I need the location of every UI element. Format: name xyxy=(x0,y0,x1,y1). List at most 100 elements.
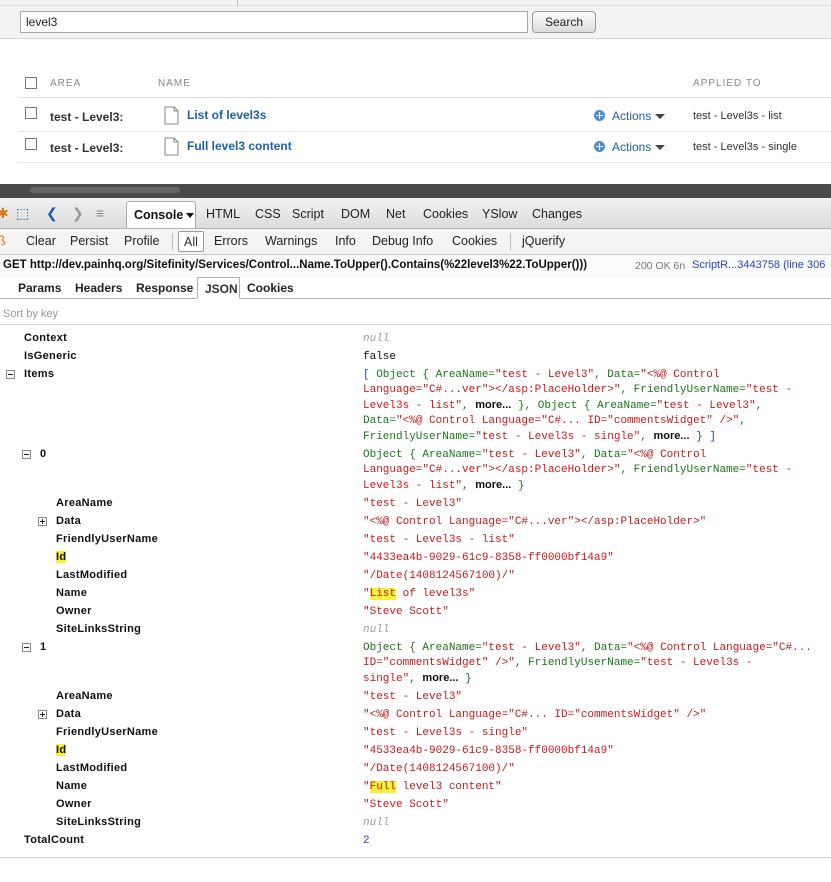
json-key: IsGeneric xyxy=(24,350,77,362)
forward-icon[interactable]: ❯ xyxy=(72,205,84,222)
json-value: "/Date(1408124567100)/" xyxy=(363,570,515,582)
json-key: TotalCount xyxy=(24,834,85,846)
tab-cookies[interactable]: Cookies xyxy=(247,281,294,295)
tab-params[interactable]: Params xyxy=(18,281,61,295)
json-key: LastModified xyxy=(56,762,128,774)
tab-headers[interactable]: Headers xyxy=(75,281,122,295)
json-value: "Steve Scott" xyxy=(363,606,449,618)
json-key: Data xyxy=(56,515,82,527)
clear-icon[interactable]: ß xyxy=(0,234,6,248)
row-checkbox[interactable] xyxy=(25,107,37,119)
request-url[interactable]: GET http://dev.painhq.org/Sitefinity/Ser… xyxy=(3,259,587,271)
grid-header: AREA NAME APPLIED TO xyxy=(18,70,831,98)
row-area: test - Level3: xyxy=(50,110,124,124)
select-all-checkbox[interactable] xyxy=(25,77,37,89)
tab-script[interactable]: Script xyxy=(292,207,324,221)
json-key: SiteLinksString xyxy=(56,816,142,828)
tab-css[interactable]: CSS xyxy=(255,207,281,221)
tab-net[interactable]: Net xyxy=(386,207,405,221)
filter-debug-info-button[interactable]: Debug Info xyxy=(372,234,433,248)
tab-yslow[interactable]: YSlow xyxy=(482,207,517,221)
search-button[interactable]: Search xyxy=(532,11,596,33)
tab-console[interactable]: Console xyxy=(126,201,196,228)
tab-changes[interactable]: Changes xyxy=(532,207,582,221)
sort-by-key-link[interactable]: Sort by key xyxy=(3,308,58,320)
chevron-down-icon[interactable] xyxy=(655,114,665,119)
request-status: 200 OK 6n xyxy=(635,260,686,272)
column-name: NAME xyxy=(158,78,191,89)
more-link[interactable]: more... xyxy=(653,430,689,442)
json-key: Name xyxy=(56,587,88,599)
more-link[interactable]: more... xyxy=(422,672,458,684)
plus-circle-icon[interactable] xyxy=(594,141,605,152)
persist-button[interactable]: Persist xyxy=(70,234,108,248)
json-key: Id xyxy=(56,744,67,756)
filter-cookies-button[interactable]: Cookies xyxy=(452,234,497,248)
actions-menu[interactable]: Actions xyxy=(612,140,651,154)
firebug-toolbar: ✱ ⬚ ❮ ❯ ≡ Console HTML CSS Script DOM Ne… xyxy=(0,198,831,229)
expand-toggle-icon[interactable] xyxy=(38,517,47,526)
sort-bar: Sort by key xyxy=(0,305,831,325)
divider xyxy=(510,233,511,250)
plus-circle-icon[interactable] xyxy=(594,110,605,121)
chevron-down-icon[interactable] xyxy=(186,213,195,219)
inspect-icon[interactable]: ⬚ xyxy=(16,205,29,222)
json-value: "4433ea4b-9029-61c9-8358-ff0000bf14a9" xyxy=(363,552,614,564)
divider xyxy=(172,233,173,250)
tab-cookies[interactable]: Cookies xyxy=(423,207,468,221)
document-icon xyxy=(164,106,179,125)
results-grid: AREA NAME APPLIED TO test - Level3: List… xyxy=(18,70,831,163)
json-value: "test - Level3" xyxy=(363,498,463,510)
request-entry[interactable]: GET http://dev.painhq.org/Sitefinity/Ser… xyxy=(0,255,831,277)
json-value: false xyxy=(363,351,397,363)
json-key: Name xyxy=(56,780,88,792)
json-value: null xyxy=(363,817,390,829)
collapse-toggle-icon[interactable] xyxy=(22,643,31,652)
more-link[interactable]: more... xyxy=(475,399,511,411)
expand-toggle-icon[interactable] xyxy=(38,710,47,719)
request-source-link[interactable]: ScriptR...3443758 (line 306 xyxy=(692,259,825,271)
profile-button[interactable]: Profile xyxy=(124,234,159,248)
json-value: "test - Level3s - single" xyxy=(363,727,529,739)
json-key: LastModified xyxy=(56,569,128,581)
table-row: test - Level3: Full level3 content Actio… xyxy=(18,132,831,163)
json-value: "List of level3s" xyxy=(363,588,476,600)
row-applied-to: test - Level3s - list xyxy=(693,110,782,122)
search-input[interactable] xyxy=(20,11,528,33)
filter-errors-button[interactable]: Errors xyxy=(214,234,248,248)
chevron-down-icon[interactable] xyxy=(655,145,665,150)
filter-all-button[interactable]: All xyxy=(178,231,204,252)
actions-menu[interactable]: Actions xyxy=(612,109,651,123)
clear-button[interactable]: Clear xyxy=(26,234,56,248)
json-value: null xyxy=(363,624,390,636)
tab-dom[interactable]: DOM xyxy=(341,207,370,221)
json-key: Data xyxy=(56,708,82,720)
row-applied-to: test - Level3s - single xyxy=(693,141,797,153)
json-value: "<%@ Control Language="C#... ID="comment… xyxy=(363,709,707,721)
filter-info-button[interactable]: Info xyxy=(335,234,356,248)
json-key: 0 xyxy=(40,448,47,460)
json-key: AreaName xyxy=(56,690,113,702)
search-bar: Search xyxy=(0,6,831,39)
column-area: AREA xyxy=(50,78,82,89)
tab-response[interactable]: Response xyxy=(136,281,193,295)
row-name-link[interactable]: List of level3s xyxy=(187,108,266,122)
jquerify-button[interactable]: jQuerify xyxy=(522,234,565,248)
collapse-toggle-icon[interactable] xyxy=(22,450,31,459)
back-icon[interactable]: ❮ xyxy=(46,205,58,222)
json-value: "/Date(1408124567100)/" xyxy=(363,763,515,775)
more-link[interactable]: more... xyxy=(475,479,511,491)
row-area: test - Level3: xyxy=(50,141,124,155)
console-subbar: ß Clear Persist Profile All Errors Warni… xyxy=(0,229,831,255)
divider xyxy=(0,857,831,858)
request-tabs: Params Headers Response JSON Cookies xyxy=(0,277,831,299)
firebug-bug-icon[interactable]: ✱ xyxy=(0,205,9,222)
row-name-link[interactable]: Full level3 content xyxy=(187,139,292,153)
command-line-icon[interactable]: ≡ xyxy=(96,205,104,221)
collapse-toggle-icon[interactable] xyxy=(6,370,15,379)
filter-warnings-button[interactable]: Warnings xyxy=(265,234,317,248)
row-checkbox[interactable] xyxy=(25,138,37,150)
tab-json[interactable]: JSON xyxy=(197,277,240,299)
tab-html[interactable]: HTML xyxy=(206,207,240,221)
json-key: Id xyxy=(56,551,67,563)
